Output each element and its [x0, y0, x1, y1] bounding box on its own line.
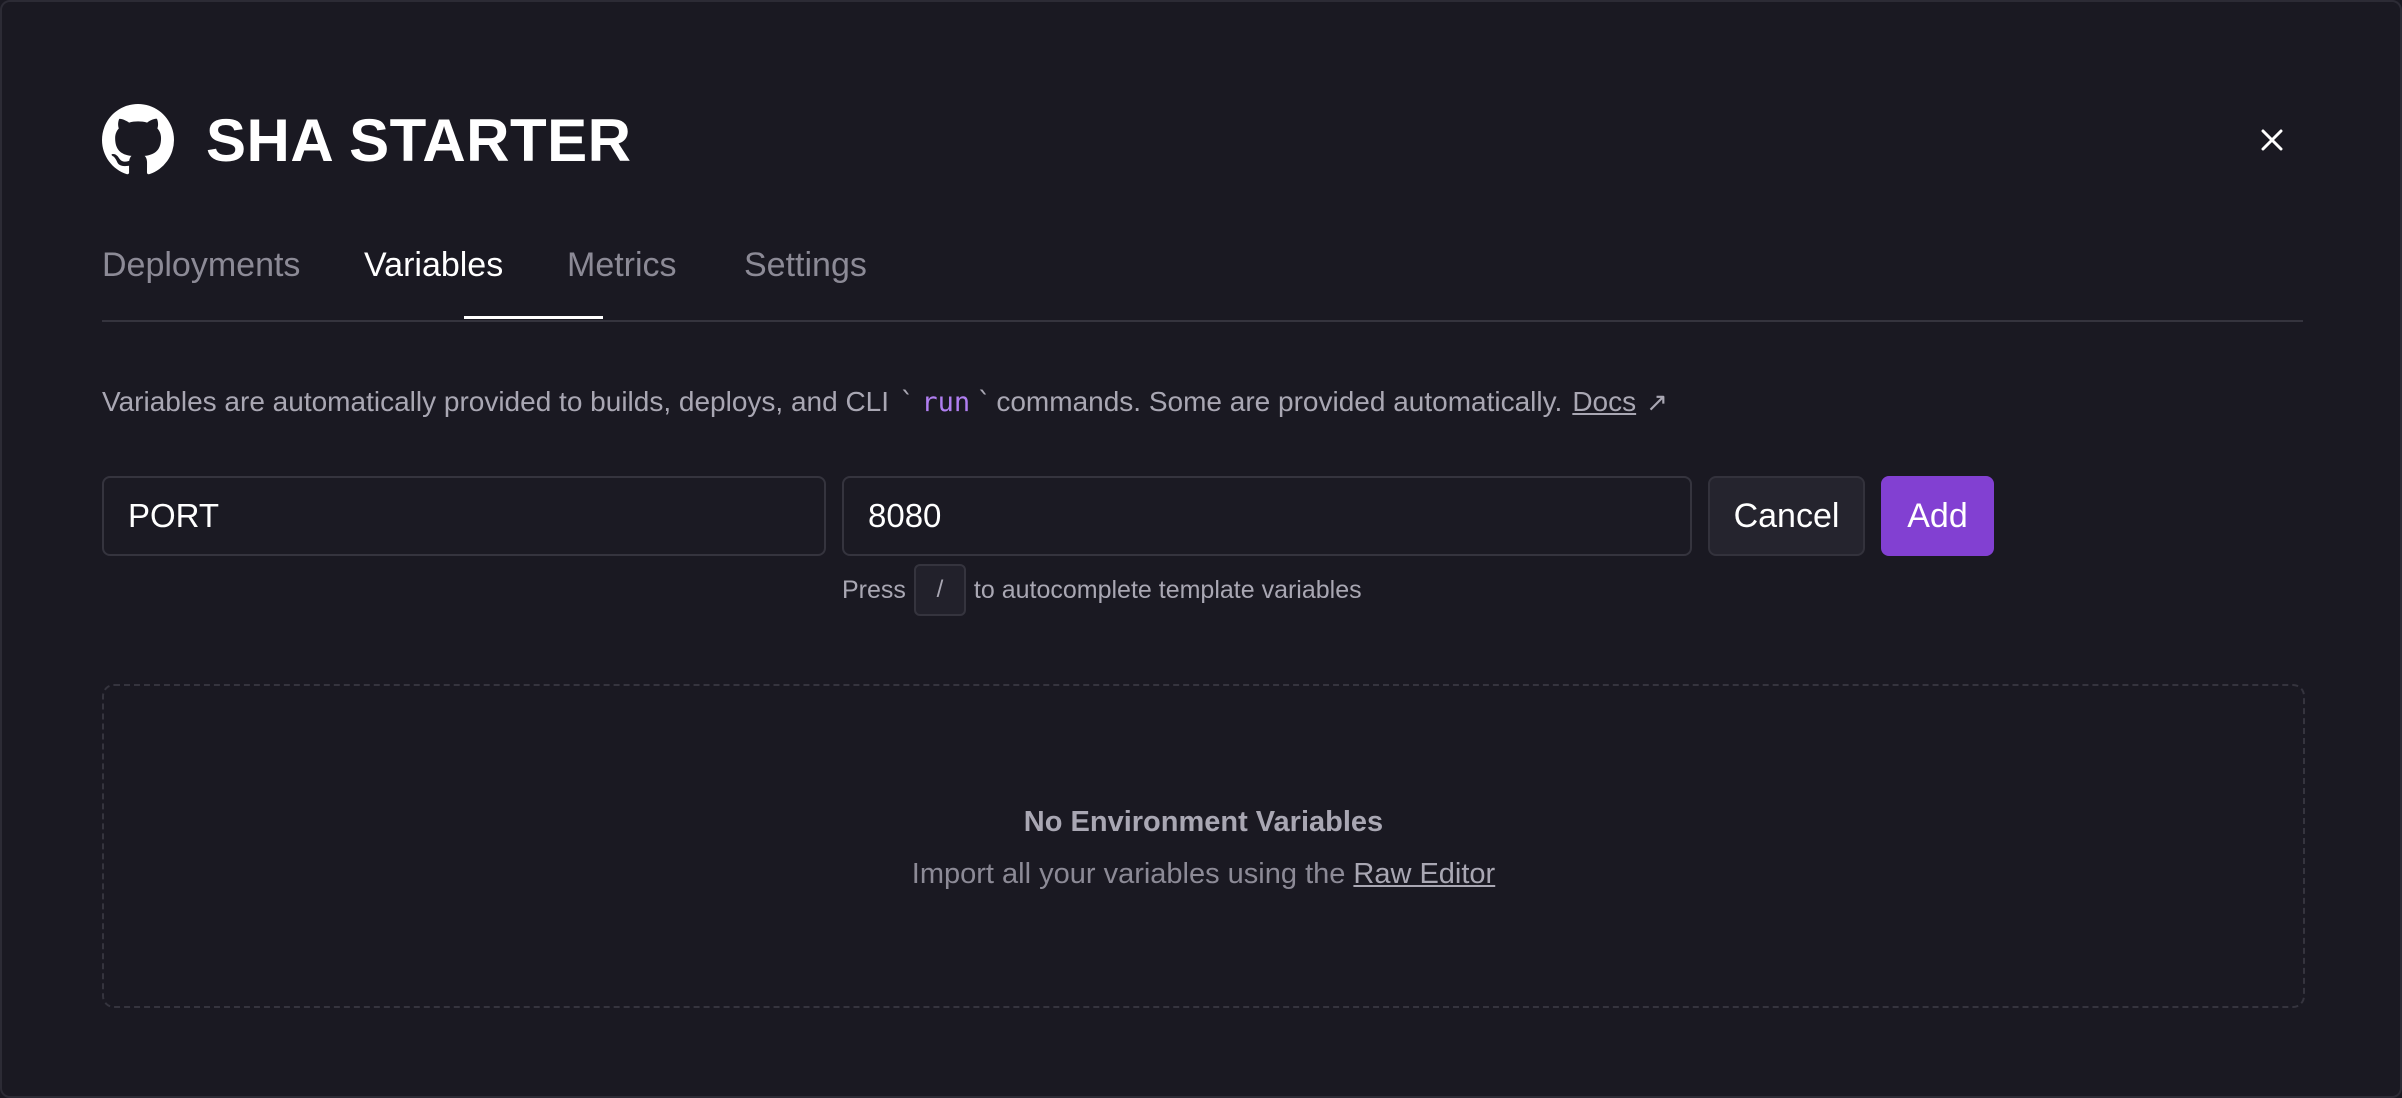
empty-state-text: Import all your variables using the	[911, 858, 1346, 890]
hint-press: Press	[842, 575, 906, 604]
add-button[interactable]: Add	[1881, 476, 1994, 556]
empty-state: No Environment Variables Import all your…	[102, 684, 2305, 1008]
modal-panel: SHA STARTER Deployments Variables Metric…	[0, 0, 2402, 1098]
variables-description: Variables are automatically provided to …	[102, 386, 1668, 418]
close-button[interactable]	[2250, 114, 2294, 166]
tab-settings[interactable]: Settings	[744, 246, 867, 285]
raw-editor-link[interactable]: Raw Editor	[1353, 858, 1495, 890]
variable-value-input[interactable]	[842, 476, 1692, 556]
hint-text: to autocomplete template variables	[973, 575, 1362, 604]
backtick: `	[976, 386, 993, 418]
page-title: SHA STARTER	[206, 106, 632, 174]
tab-metrics[interactable]: Metrics	[567, 246, 677, 285]
variable-name-input[interactable]	[102, 476, 826, 556]
github-icon	[102, 104, 174, 175]
modal-header: SHA STARTER	[102, 104, 632, 176]
slash-key: /	[913, 564, 966, 616]
cancel-button[interactable]: Cancel	[1708, 476, 1865, 556]
backtick: `	[899, 386, 916, 418]
empty-state-subtitle: Import all your variables using the Raw E…	[104, 858, 2303, 891]
active-tab-indicator	[464, 316, 603, 319]
docs-link[interactable]: Docs	[1572, 386, 1636, 418]
tab-bar: Deployments Variables Metrics Settings	[102, 232, 2303, 322]
tab-variables[interactable]: Variables	[364, 246, 503, 285]
autocomplete-hint: Press / to autocomplete template variabl…	[842, 564, 1362, 616]
empty-state-title: No Environment Variables	[1023, 806, 1384, 838]
description-text-after: commands. Some are provided automaticall…	[996, 386, 1563, 417]
close-icon	[2261, 129, 2283, 151]
tab-deployments[interactable]: Deployments	[102, 246, 300, 285]
arrow-up-right-icon: ↗	[1646, 386, 1668, 417]
description-text: Variables are automatically provided to …	[102, 386, 890, 417]
code-run: run	[921, 386, 971, 418]
